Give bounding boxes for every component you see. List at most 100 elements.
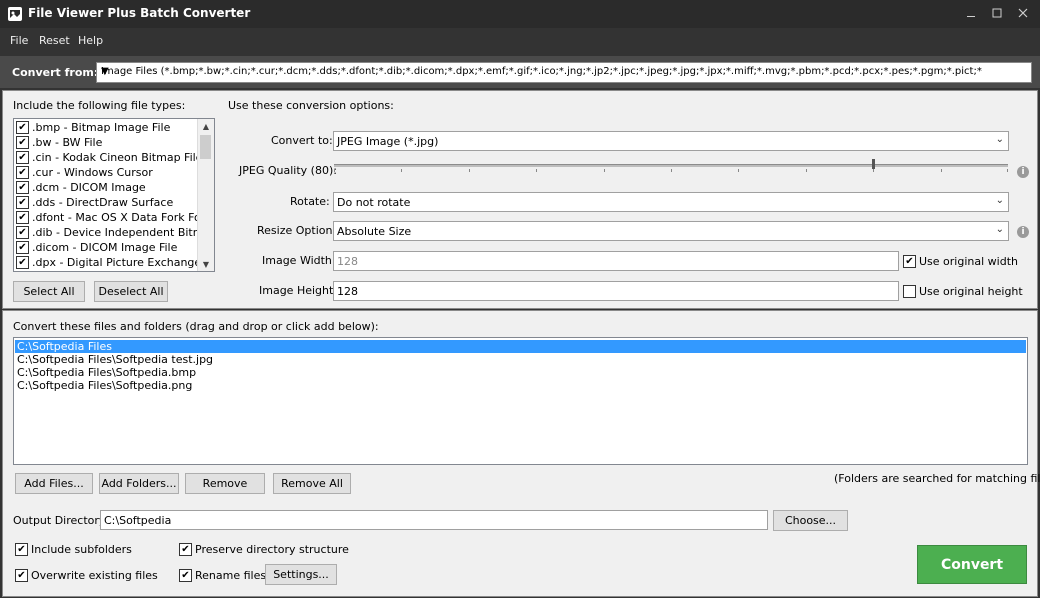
checkbox-checked-icon[interactable]: ✔ [903, 255, 916, 268]
use-original-width-checkbox[interactable]: ✔ Use original width [903, 254, 1018, 269]
menu-help[interactable]: Help [78, 34, 103, 47]
files-heading: Convert these files and folders (drag an… [13, 320, 379, 333]
file-type-item[interactable]: ✔ .bw - BW File [16, 135, 102, 150]
convert-from-select[interactable]: Image Files (*.bmp;*.bw;*.cin;*.cur;*.dc… [96, 62, 1032, 83]
slider-tick [469, 169, 470, 172]
convert-from-label: Convert from: [12, 66, 99, 79]
checkbox-checked-icon[interactable]: ✔ [16, 211, 29, 224]
file-type-item[interactable]: ✔ .bmp - Bitmap Image File [16, 120, 170, 135]
image-height-input[interactable]: 128 [333, 281, 899, 301]
file-types-list[interactable]: ✔ .bmp - Bitmap Image File ✔ .bw - BW File… [13, 118, 215, 272]
choose-button[interactable]: Choose... [773, 510, 848, 531]
output-directory-label: Output Directory: [13, 514, 109, 527]
add-folders-button[interactable]: Add Folders... [99, 473, 179, 494]
file-types-scrollbar[interactable]: ▲ ▼ [197, 119, 214, 271]
jpeg-quality-slider[interactable] [334, 159, 1008, 172]
include-subfolders-checkbox[interactable]: ✔ Include subfolders [15, 542, 132, 557]
app-window: File Viewer Plus Batch Converter File Re… [0, 0, 1040, 598]
remove-all-button[interactable]: Remove All [273, 473, 351, 494]
checkbox-checked-icon[interactable]: ✔ [16, 196, 29, 209]
checkbox-checked-icon[interactable]: ✔ [16, 241, 29, 254]
file-type-item[interactable]: ✔ .dfont - Mac OS X Data Fork Font [16, 210, 212, 225]
image-width-label: Image Width: [262, 254, 336, 267]
options-panel: Include the following file types: ✔ .bmp … [2, 90, 1038, 309]
select-all-button[interactable]: Select All [13, 281, 85, 302]
menu-bar: File Reset Help [0, 28, 1040, 52]
file-type-item[interactable]: ✔ .cin - Kodak Cineon Bitmap File [16, 150, 202, 165]
file-type-item[interactable]: ✔ .dib - Device Independent Bitmap [16, 225, 214, 240]
slider-tick [1007, 169, 1008, 172]
chevron-down-icon: ▼ [101, 66, 109, 77]
file-type-item[interactable]: ✔ .dpx - Digital Picture Exchange File [16, 255, 214, 270]
maximize-icon [992, 8, 1002, 18]
resize-option-select[interactable]: Absolute Size ⌄ [333, 221, 1009, 241]
menu-file[interactable]: File [10, 34, 28, 47]
file-type-item[interactable]: ✔ .dicom - DICOM Image File [16, 240, 177, 255]
file-types-heading: Include the following file types: [13, 99, 186, 112]
slider-tick [334, 169, 335, 172]
scrollbar-thumb[interactable] [200, 135, 211, 159]
convert-to-select[interactable]: JPEG Image (*.jpg) ⌄ [333, 131, 1009, 151]
rename-files-checkbox[interactable]: ✔ Rename files [179, 568, 266, 583]
convert-button[interactable]: Convert [917, 545, 1027, 584]
file-type-item[interactable]: ✔ .dcm - DICOM Image [16, 180, 146, 195]
chevron-up-icon[interactable]: ▲ [198, 119, 214, 133]
chevron-down-icon[interactable]: ▼ [198, 257, 214, 271]
files-panel: Convert these files and folders (drag an… [2, 310, 1040, 597]
image-width-input[interactable]: 128 [333, 251, 899, 271]
list-item[interactable]: C:\Softpedia Files [15, 340, 1026, 353]
list-item[interactable]: C:\Softpedia Files\Softpedia.bmp [15, 366, 196, 379]
options-heading: Use these conversion options: [228, 99, 394, 112]
checkbox-checked-icon[interactable]: ✔ [15, 569, 28, 582]
checkbox-checked-icon[interactable]: ✔ [16, 136, 29, 149]
checkbox-checked-icon[interactable]: ✔ [16, 181, 29, 194]
list-item[interactable]: C:\Softpedia Files\Softpedia.png [15, 379, 192, 392]
slider-thumb[interactable] [872, 159, 875, 169]
chevron-down-icon: ⌄ [995, 195, 1004, 206]
image-height-label: Image Height: [259, 284, 338, 297]
slider-tick [536, 169, 537, 172]
checkbox-checked-icon[interactable]: ✔ [16, 151, 29, 164]
rotate-label: Rotate: [290, 195, 330, 208]
checkbox-checked-icon[interactable]: ✔ [16, 226, 29, 239]
menu-reset[interactable]: Reset [39, 34, 70, 47]
convert-to-label: Convert to: [271, 134, 333, 147]
overwrite-checkbox[interactable]: ✔ Overwrite existing files [15, 568, 158, 583]
slider-tick [401, 169, 402, 172]
settings-button[interactable]: Settings... [265, 564, 337, 585]
close-button[interactable] [1010, 2, 1036, 24]
list-item[interactable]: C:\Softpedia Files\Softpedia test.jpg [15, 353, 213, 366]
convert-from-bar: Convert from: Image Files (*.bmp;*.bw;*.… [0, 56, 1040, 88]
preserve-structure-checkbox[interactable]: ✔ Preserve directory structure [179, 542, 349, 557]
checkbox-checked-icon[interactable]: ✔ [179, 569, 192, 582]
resize-option-label: Resize Option: [257, 224, 337, 237]
maximize-button[interactable] [984, 2, 1010, 24]
info-icon[interactable]: i [1017, 166, 1029, 178]
checkbox-checked-icon[interactable]: ✔ [16, 256, 29, 269]
file-type-item[interactable]: ✔ .cur - Windows Cursor [16, 165, 153, 180]
chevron-down-icon: ⌄ [995, 224, 1004, 235]
minimize-button[interactable] [958, 2, 984, 24]
checkbox-checked-icon[interactable]: ✔ [179, 543, 192, 556]
checkbox-checked-icon[interactable]: ✔ [16, 121, 29, 134]
checkbox-checked-icon[interactable]: ✔ [15, 543, 28, 556]
remove-button[interactable]: Remove [185, 473, 265, 494]
use-original-height-checkbox[interactable]: Use original height [903, 284, 1023, 299]
deselect-all-button[interactable]: Deselect All [94, 281, 168, 302]
checkbox-checked-icon[interactable]: ✔ [16, 166, 29, 179]
file-type-item[interactable]: ✔ .dds - DirectDraw Surface [16, 195, 173, 210]
slider-tick [806, 169, 807, 172]
window-controls [958, 2, 1036, 24]
files-list[interactable]: C:\Softpedia Files C:\Softpedia Files\So… [13, 337, 1028, 465]
rotate-select[interactable]: Do not rotate ⌄ [333, 192, 1009, 212]
minimize-icon [967, 16, 975, 17]
output-directory-input[interactable]: C:\Softpedia [100, 510, 768, 530]
info-icon[interactable]: i [1017, 226, 1029, 238]
slider-tick [738, 169, 739, 172]
jpeg-quality-label: JPEG Quality (80): [239, 164, 337, 177]
checkbox-unchecked-icon[interactable] [903, 285, 916, 298]
add-files-button[interactable]: Add Files... [15, 473, 93, 494]
folders-note: (Folders are searched for matching files… [834, 472, 1040, 485]
slider-tick [941, 169, 942, 172]
title-bar: File Viewer Plus Batch Converter [0, 0, 1040, 28]
